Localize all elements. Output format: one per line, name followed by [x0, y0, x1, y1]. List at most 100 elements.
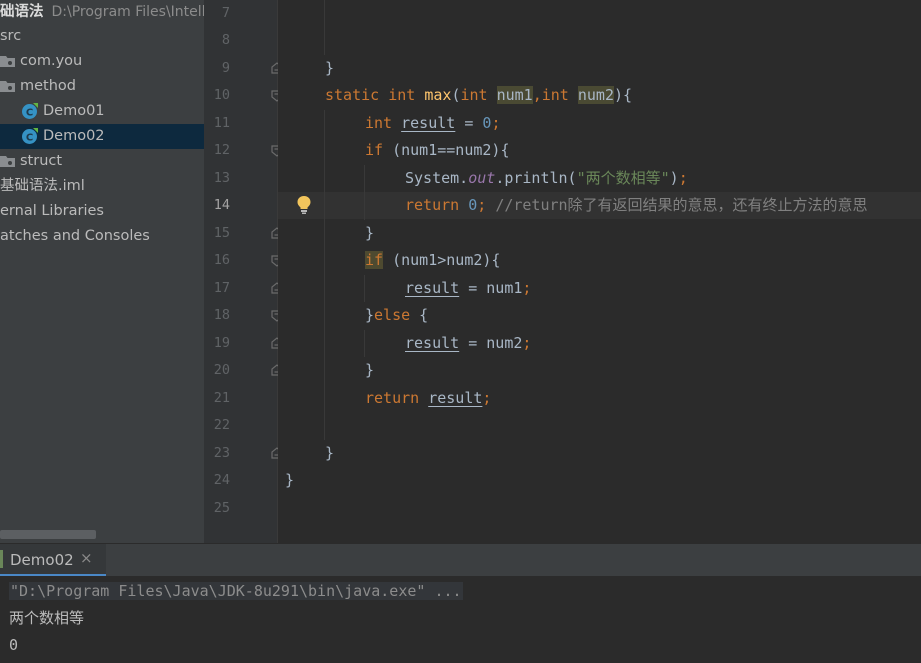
- console-line: 两个数相等: [9, 609, 85, 627]
- code-line-12: if (num1==num2){: [365, 137, 510, 164]
- tree-item-label: struct: [20, 153, 63, 169]
- line-number: 22: [213, 417, 230, 433]
- code-token: ,: [532, 86, 542, 104]
- line-number: 7: [221, 5, 230, 21]
- lightbulb-icon[interactable]: [296, 195, 312, 215]
- code-line-17: result = num1;: [405, 275, 531, 302]
- code-line-9: }: [325, 55, 334, 82]
- code-line-11: int result = 0;: [365, 110, 500, 137]
- indent-guide: [364, 275, 365, 302]
- package-folder-icon: [0, 156, 15, 167]
- console-line: 0: [9, 636, 19, 654]
- root-path: D:\Program Files\Intell: [51, 4, 205, 20]
- run-console[interactable]: "D:\Program Files\Java\JDK-8u291\bin\jav…: [0, 576, 921, 663]
- code-line-14: return 0; //return除了有返回结果的意思，还有终止方法的意思: [405, 192, 868, 219]
- project-tree[interactable]: 础语法 D:\Program Files\Intell src com.you m…: [0, 0, 204, 543]
- tree-item-struct[interactable]: struct: [0, 149, 204, 174]
- code-token: ){: [614, 86, 633, 104]
- run-tab-label: Demo02: [10, 551, 74, 569]
- java-class-icon: C: [22, 128, 38, 144]
- tree-item-scratches[interactable]: atches and Consoles: [0, 224, 204, 249]
- code-line-15: }: [365, 220, 374, 247]
- tree-item-demo01[interactable]: C Demo01: [0, 99, 204, 124]
- code-token: ;: [522, 334, 532, 352]
- tree-item-label: method: [20, 78, 76, 94]
- keyword-token: int: [388, 86, 416, 104]
- run-tool-window-header: Demo02 ×: [0, 543, 921, 577]
- code-line-23: }: [325, 440, 334, 467]
- code-line-21: return result;: [365, 385, 491, 412]
- variable-token: result: [405, 279, 460, 297]
- code-token: ): [669, 169, 679, 187]
- variable-token: result: [401, 114, 456, 132]
- tree-item-iml[interactable]: 基础语法.iml: [0, 174, 204, 199]
- run-config-icon: [0, 550, 3, 568]
- keyword-token: if: [365, 251, 384, 269]
- tree-item-com-you[interactable]: com.you: [0, 49, 204, 74]
- svg-text:C: C: [26, 133, 33, 144]
- code-token: = num2: [459, 334, 523, 352]
- package-folder-icon: [0, 81, 15, 92]
- variable-token: result: [405, 334, 460, 352]
- line-number: 21: [213, 390, 230, 406]
- line-number: 13: [213, 170, 230, 186]
- java-class-icon: C: [22, 103, 38, 119]
- code-token: }: [325, 59, 335, 77]
- root-name: 础语法: [0, 4, 44, 20]
- code-editor[interactable]: } static int max(int num1,int num2){ int…: [278, 0, 921, 543]
- code-token: }: [365, 361, 375, 379]
- line-number: 11: [213, 115, 230, 131]
- line-number: 15: [213, 225, 230, 241]
- line-number: 18: [213, 307, 230, 323]
- tree-item-label: com.you: [20, 53, 83, 69]
- code-line-10: static int max(int num1,int num2){: [325, 82, 632, 109]
- line-number: 17: [213, 280, 230, 296]
- tree-item-src[interactable]: src: [0, 24, 204, 49]
- code-line-18: }else {: [365, 302, 428, 329]
- keyword-token: if: [365, 141, 384, 159]
- variable-token: result: [428, 389, 483, 407]
- line-number: 8: [221, 32, 230, 48]
- svg-text:C: C: [26, 108, 33, 119]
- code-token: }: [285, 471, 295, 489]
- console-command-line: "D:\Program Files\Java\JDK-8u291\bin\jav…: [9, 582, 463, 600]
- line-number-current: 14: [213, 197, 230, 213]
- tree-horizontal-scrollbar[interactable]: [0, 530, 96, 539]
- tree-item-label: src: [0, 28, 22, 44]
- code-line-16: if (num1>num2){: [365, 247, 500, 274]
- code-token: ;: [477, 196, 487, 214]
- string-token: "两个数相等": [576, 169, 670, 187]
- code-token: = num1: [459, 279, 523, 297]
- tree-item-label: 基础语法.iml: [0, 178, 85, 194]
- line-number: 25: [213, 500, 230, 516]
- comment-token: //return除了有返回结果的意思，还有终止方法的意思: [495, 196, 868, 214]
- tree-item-external-libraries[interactable]: ernal Libraries: [0, 199, 204, 224]
- tree-item-root[interactable]: 础语法 D:\Program Files\Intell: [0, 0, 204, 25]
- keyword-token: int: [541, 86, 569, 104]
- run-tab-demo02[interactable]: Demo02 ×: [0, 544, 106, 577]
- tree-item-demo02[interactable]: C Demo02: [0, 124, 204, 149]
- line-number: 23: [213, 445, 230, 461]
- code-token: =: [455, 114, 483, 132]
- param-token: num2: [577, 86, 614, 104]
- code-line-19: result = num2;: [405, 330, 531, 357]
- code-token: (num1>num2){: [383, 251, 501, 269]
- line-number: 19: [213, 335, 230, 351]
- keyword-token: int: [460, 86, 488, 104]
- console-line: "D:\Program Files\Java\JDK-8u291\bin\jav…: [9, 578, 463, 605]
- code-token: ;: [522, 279, 532, 297]
- line-number: 24: [213, 472, 230, 488]
- line-number: 20: [213, 362, 230, 378]
- code-token: }: [365, 224, 375, 242]
- code-token: {: [410, 306, 429, 324]
- number-token: 0: [468, 196, 478, 214]
- close-icon[interactable]: ×: [80, 551, 94, 566]
- tree-item-label: Demo02: [43, 128, 105, 144]
- code-token: System.: [405, 169, 469, 187]
- indent-guide: [364, 330, 365, 357]
- tree-item-method[interactable]: method: [0, 74, 204, 99]
- indent-guide: [364, 165, 365, 220]
- indent-guide: [324, 0, 325, 55]
- code-token: ;: [482, 389, 492, 407]
- code-token: ;: [491, 114, 501, 132]
